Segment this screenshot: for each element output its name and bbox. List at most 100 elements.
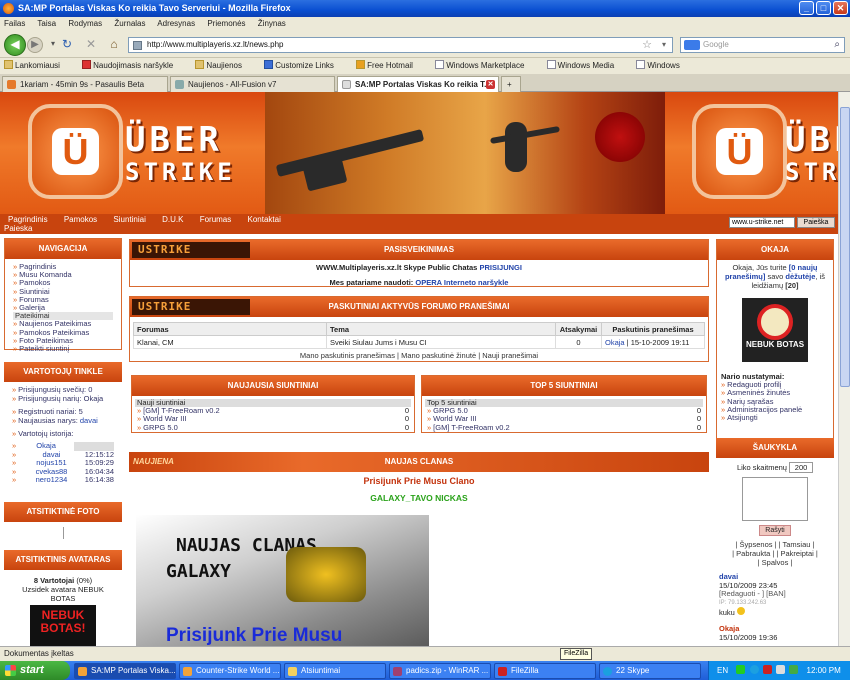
bookmark-item[interactable]: Windows Marketplace	[435, 58, 534, 74]
task-atsiuntimai[interactable]: Atsiuntimai	[284, 663, 386, 679]
url-dropdown-icon[interactable]: ▾	[662, 38, 666, 52]
tray-icon[interactable]	[736, 665, 746, 674]
new-tab-button[interactable]: +	[501, 76, 521, 92]
tray-icon[interactable]	[762, 665, 772, 674]
menu-history[interactable]: Žurnalas	[114, 19, 145, 28]
nav-item[interactable]: Pateikti siuntinį	[13, 344, 113, 353]
news-line2: GALAXY_TAVO NICKAS	[370, 493, 468, 503]
back-button[interactable]: ◀	[4, 34, 26, 56]
logout-link[interactable]: Atsijungti	[721, 413, 829, 422]
tab-ikariam[interactable]: 1kariam - 45min 9s - Pasaulis Beta	[2, 76, 168, 92]
reload-icon[interactable]: ↻	[60, 37, 74, 51]
banner-brand-bottom-right: STRIKE	[785, 158, 838, 186]
panel-title: PASKUTINIAI AKTYVŪS FORUMO PRANEŠIMAI	[328, 302, 510, 311]
user-avatar[interactable]: NEBUK BOTAS	[742, 298, 808, 362]
bookmark-item[interactable]: Windows Media	[546, 58, 624, 74]
search-icon[interactable]: ⌕	[834, 38, 840, 52]
taskbar-tooltip: FileZilla	[560, 648, 593, 660]
shout-admin-links[interactable]: [Redaguoti - ] [BAN]	[719, 590, 831, 599]
scrollbar-thumb[interactable]	[840, 107, 850, 387]
tab-naujienos[interactable]: Naujienos - All-Fusion v7	[170, 76, 335, 92]
menu-tools[interactable]: Priemonės	[207, 19, 245, 28]
bookmark-item[interactable]: Lankomiausi	[4, 58, 70, 74]
opera-link[interactable]: OPERA Interneto naršykle	[415, 278, 508, 287]
replies-cell: 0	[555, 335, 602, 349]
inbox-link[interactable]: dėžutėje	[785, 272, 815, 281]
site-search-button[interactable]: Paieška	[797, 217, 835, 228]
shout-textarea[interactable]	[742, 477, 808, 521]
menu-edit[interactable]: Taisa	[37, 19, 56, 28]
topnav-pagrindinis[interactable]: Pagrindinis	[8, 215, 48, 224]
forum-table: Forumas Tema Atsakymai Paskutinis praneš…	[133, 322, 705, 349]
web-page: Ü ÜBER STRIKE Ü ÜBER STRIKE Pagrindinis …	[0, 92, 838, 646]
forward-button[interactable]: ▶	[27, 37, 43, 53]
nebuk-botas-avatar[interactable]: NEBUK BOTAS!	[30, 605, 96, 646]
address-url: http://www.multiplayeris.xz.lt/news.php	[147, 40, 284, 49]
task-skype[interactable]: 22 Skype	[599, 663, 701, 679]
task-filezilla[interactable]: FileZilla	[494, 663, 596, 679]
minimize-button[interactable]: _	[799, 1, 814, 15]
last-post-user[interactable]: Okaja	[605, 338, 625, 347]
shout-text: kuku	[719, 608, 735, 618]
menu-bookmarks[interactable]: Adresynas	[157, 19, 195, 28]
newest-member-link[interactable]: davai	[80, 416, 98, 425]
bookmark-item[interactable]: Windows	[636, 58, 689, 74]
skype-join-link[interactable]: PRISIJUNGI	[479, 263, 522, 272]
menu-view[interactable]: Rodymas	[68, 19, 102, 28]
topnav-pamokos[interactable]: Pamokos	[64, 215, 97, 224]
google-icon[interactable]	[684, 40, 700, 50]
menu-file[interactable]: Failas	[4, 19, 25, 28]
task-counter-strike[interactable]: Counter-Strike World ...	[179, 663, 281, 679]
panel-title: ŠAUKYKLA	[716, 438, 834, 458]
bookmark-item[interactable]: Naudojimasis naršykle	[82, 58, 183, 74]
start-button[interactable]: start	[0, 661, 70, 680]
banner-brand-top: ÜBER	[125, 120, 223, 160]
task-winrar[interactable]: padics.zip - WinRAR ...	[389, 663, 491, 679]
banner-brand-top-right: ÜBER	[785, 120, 838, 160]
windows-taskbar: start SA:MP Portalas Viska... Counter-St…	[0, 661, 850, 680]
close-button[interactable]: ✕	[833, 1, 848, 15]
maximize-button[interactable]: □	[816, 1, 831, 15]
topnav-search-label: Paieska	[4, 224, 33, 233]
system-tray: EN 12:00 PM	[708, 661, 850, 680]
download-row[interactable]: [GM] T-FreeRoam v0.20	[427, 423, 701, 432]
download-row[interactable]: World War III0	[137, 415, 409, 423]
address-bar[interactable]: http://www.multiplayeris.xz.lt/news.php …	[128, 37, 673, 53]
task-firefox[interactable]: SA:MP Portalas Viska...	[74, 663, 176, 679]
menu-help[interactable]: Žinynas	[258, 19, 286, 28]
topnav-duk[interactable]: D.U.K	[162, 215, 183, 224]
bookmark-item[interactable]: Customize Links	[264, 58, 344, 74]
stop-icon[interactable]: ✕	[84, 37, 98, 51]
download-row[interactable]: GRPG 5.00	[137, 423, 409, 432]
forum-cell[interactable]: Klanai, CM	[133, 335, 327, 349]
topnav-kontaktai[interactable]: Kontaktai	[247, 215, 280, 224]
bookmark-item[interactable]: Naujienos	[195, 58, 252, 74]
topnav-forumas[interactable]: Forumas	[200, 215, 232, 224]
news-line1: Prisijunk Prie Musu Clano	[363, 476, 475, 486]
history-label: Vartotojų istorija:	[12, 430, 114, 439]
welcome-panel: USTRIKE PASISVEIKINIMAS WWW.Multiplayeris…	[129, 239, 709, 287]
bookmark-item[interactable]: Free Hotmail	[356, 58, 423, 74]
close-tab-icon[interactable]: ✕	[486, 80, 495, 89]
page-scrollbar[interactable]	[838, 92, 850, 646]
topnav-siuntiniai[interactable]: Siuntiniai	[113, 215, 145, 224]
panel-title: ATSITIKTINIS AVATARAS	[4, 550, 122, 570]
news-badge: NAUJIENA	[133, 457, 174, 466]
forum-posts-panel: USTRIKE PASKUTINIAI AKTYVŪS FORUMO PRANEŠ…	[129, 296, 709, 362]
shout-format-links[interactable]: | Šypsenos | | Tamsiau | | Pabraukta | |…	[716, 540, 834, 567]
skype-tray-icon[interactable]	[749, 665, 759, 674]
site-search-input[interactable]: www.u-strike.net	[729, 217, 795, 228]
forum-footer-links[interactable]: Mano paskutinis pranešimas | Mano paskut…	[130, 351, 708, 360]
volume-icon[interactable]	[776, 665, 786, 674]
shout-submit-button[interactable]: Rašyti	[759, 525, 791, 536]
history-dropdown-icon[interactable]: ▾	[46, 37, 60, 51]
topic-cell[interactable]: Sveiki Siulau Jums i Musu CI	[326, 335, 556, 349]
network-icon[interactable]	[789, 665, 799, 674]
home-icon[interactable]: ⌂	[107, 37, 121, 51]
members-online: Prisijungusių narių: Okaja	[12, 394, 114, 404]
newest-member-label: Naujausias narys:	[18, 415, 78, 425]
language-indicator[interactable]: EN	[717, 666, 728, 675]
search-input[interactable]: Google ⌕	[680, 37, 845, 53]
star-icon[interactable]: ☆	[642, 38, 652, 52]
tab-samp-portal[interactable]: SA:MP Portalas Viskas Ko reikia T... ✕	[337, 76, 499, 93]
